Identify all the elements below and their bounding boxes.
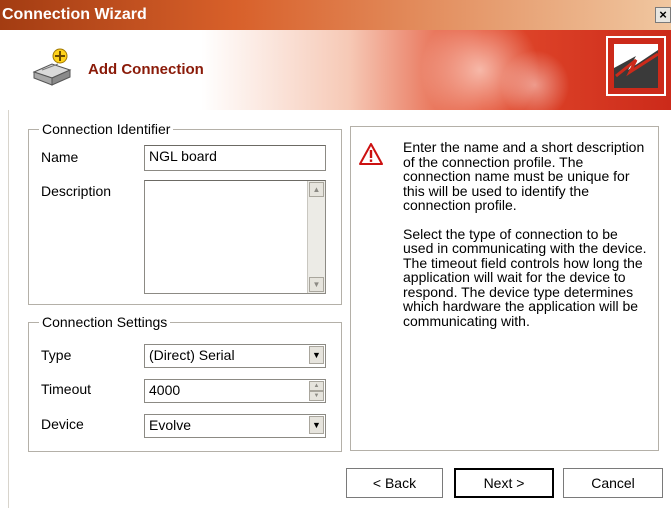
- help-text: Enter the name and a short description o…: [403, 140, 648, 342]
- increment-button[interactable]: ▲: [309, 381, 324, 391]
- cancel-button[interactable]: Cancel: [563, 468, 663, 498]
- left-border: [0, 110, 9, 508]
- help-paragraph: Select the type of connection to be used…: [403, 225, 647, 329]
- device-value: Evolve: [149, 417, 192, 433]
- page-title: Add Connection: [88, 61, 204, 78]
- description-field[interactable]: ▲ ▼: [144, 180, 326, 294]
- help-paragraph: Enter the name and a short description o…: [403, 139, 645, 213]
- scroll-up-button[interactable]: ▲: [309, 182, 324, 197]
- window-title: Connection Wizard: [2, 6, 147, 23]
- device-select[interactable]: Evolve ▼: [144, 414, 326, 438]
- title-bar: Connection Wizard ×: [0, 0, 671, 30]
- group-legend: Connection Identifier: [39, 121, 174, 137]
- group-legend: Connection Settings: [39, 314, 171, 330]
- wizard-header: Add Connection: [0, 30, 671, 110]
- chevron-down-icon[interactable]: ▼: [309, 346, 324, 364]
- timeout-stepper[interactable]: 4000 ▲ ▼: [144, 379, 326, 403]
- connection-settings-group: Connection Settings Type (Direct) Serial…: [28, 314, 342, 452]
- close-button[interactable]: ×: [655, 7, 671, 23]
- timeout-value: 4000: [149, 382, 181, 398]
- back-button[interactable]: < Back: [346, 468, 443, 498]
- chevron-down-icon[interactable]: ▼: [309, 416, 324, 434]
- description-label: Description: [41, 183, 112, 199]
- close-icon: ×: [659, 7, 667, 22]
- type-select[interactable]: (Direct) Serial ▼: [144, 344, 326, 368]
- next-button[interactable]: Next >: [454, 468, 554, 498]
- type-label: Type: [41, 347, 72, 363]
- brand-logo: [606, 36, 666, 96]
- name-label: Name: [41, 149, 79, 165]
- name-field[interactable]: NGL board: [144, 145, 326, 171]
- scroll-down-button[interactable]: ▼: [309, 277, 324, 292]
- decrement-button[interactable]: ▼: [309, 391, 324, 401]
- warning-icon: [359, 143, 383, 165]
- description-scrollbar[interactable]: ▲ ▼: [307, 181, 325, 293]
- add-connection-icon: [32, 48, 72, 86]
- device-label: Device: [41, 416, 84, 432]
- timeout-label: Timeout: [41, 381, 92, 397]
- header-glow: [500, 50, 570, 110]
- type-value: (Direct) Serial: [149, 347, 235, 363]
- connection-identifier-group: Connection Identifier Name NGL board Des…: [28, 121, 342, 305]
- help-panel: Enter the name and a short description o…: [350, 126, 659, 451]
